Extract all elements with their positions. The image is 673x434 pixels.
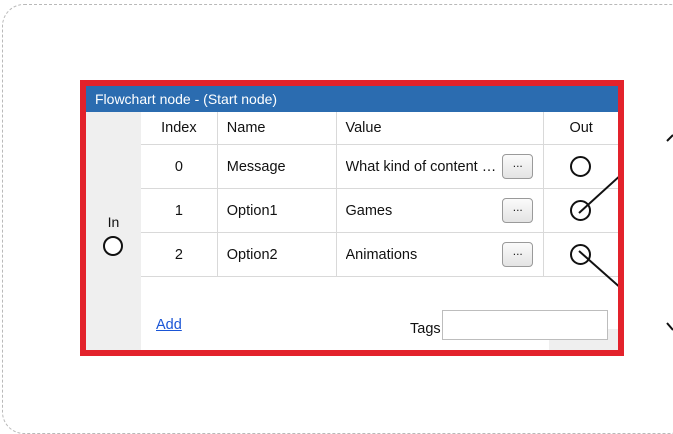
column-header-value[interactable]: Value: [336, 112, 545, 145]
tags-input[interactable]: [442, 310, 608, 340]
column-header-index[interactable]: Index: [141, 112, 218, 145]
out-cell: [543, 144, 618, 189]
add-link[interactable]: Add: [156, 317, 182, 333]
column-header-out[interactable]: Out: [543, 112, 618, 145]
table-row[interactable]: 0 Message What kind of content do you li…: [141, 144, 618, 189]
in-label: In: [107, 214, 120, 230]
row-value-cell[interactable]: What kind of content do you like? ...: [336, 144, 545, 189]
table-row[interactable]: 2 Option2 Animations ...: [141, 232, 618, 287]
row-value[interactable]: Games: [346, 203, 498, 219]
edit-value-button[interactable]: ...: [502, 242, 534, 267]
row-value-cell[interactable]: Games ...: [336, 188, 545, 233]
row-name[interactable]: Option1: [217, 188, 337, 233]
node-title[interactable]: Flowchart node - (Start node): [86, 86, 618, 112]
node-data-grid: Index Name Value Out 0 Message What kind…: [141, 112, 618, 287]
row-index: 0: [141, 144, 218, 189]
row-index: 1: [141, 188, 218, 233]
table-row[interactable]: 1 Option1 Games ...: [141, 176, 618, 233]
row-index: 2: [141, 232, 218, 277]
edit-value-button[interactable]: ...: [502, 198, 534, 223]
out-connector-icon[interactable]: [570, 156, 592, 177]
out-cell: [543, 232, 618, 287]
flowchart-node-selection[interactable]: Flowchart node - (Start node) In Index N…: [80, 80, 624, 356]
connection-line-option1-start: [578, 176, 618, 214]
row-value[interactable]: What kind of content do you like?: [346, 159, 498, 175]
in-connector-icon[interactable]: [103, 236, 123, 256]
row-value[interactable]: Animations: [346, 247, 498, 263]
connection-line-option2-start: [578, 250, 618, 287]
grid-header-row: Index Name Value Out: [141, 112, 618, 145]
row-name[interactable]: Message: [217, 144, 337, 189]
row-name[interactable]: Option2: [217, 232, 337, 277]
row-value-cell[interactable]: Animations ...: [336, 232, 545, 277]
tags-label: Tags: [410, 321, 441, 337]
out-cell: [543, 176, 618, 233]
flowchart-node[interactable]: Flowchart node - (Start node) In Index N…: [86, 86, 618, 350]
column-header-name[interactable]: Name: [217, 112, 337, 145]
in-panel: In: [86, 112, 141, 350]
edit-value-button[interactable]: ...: [502, 154, 534, 179]
